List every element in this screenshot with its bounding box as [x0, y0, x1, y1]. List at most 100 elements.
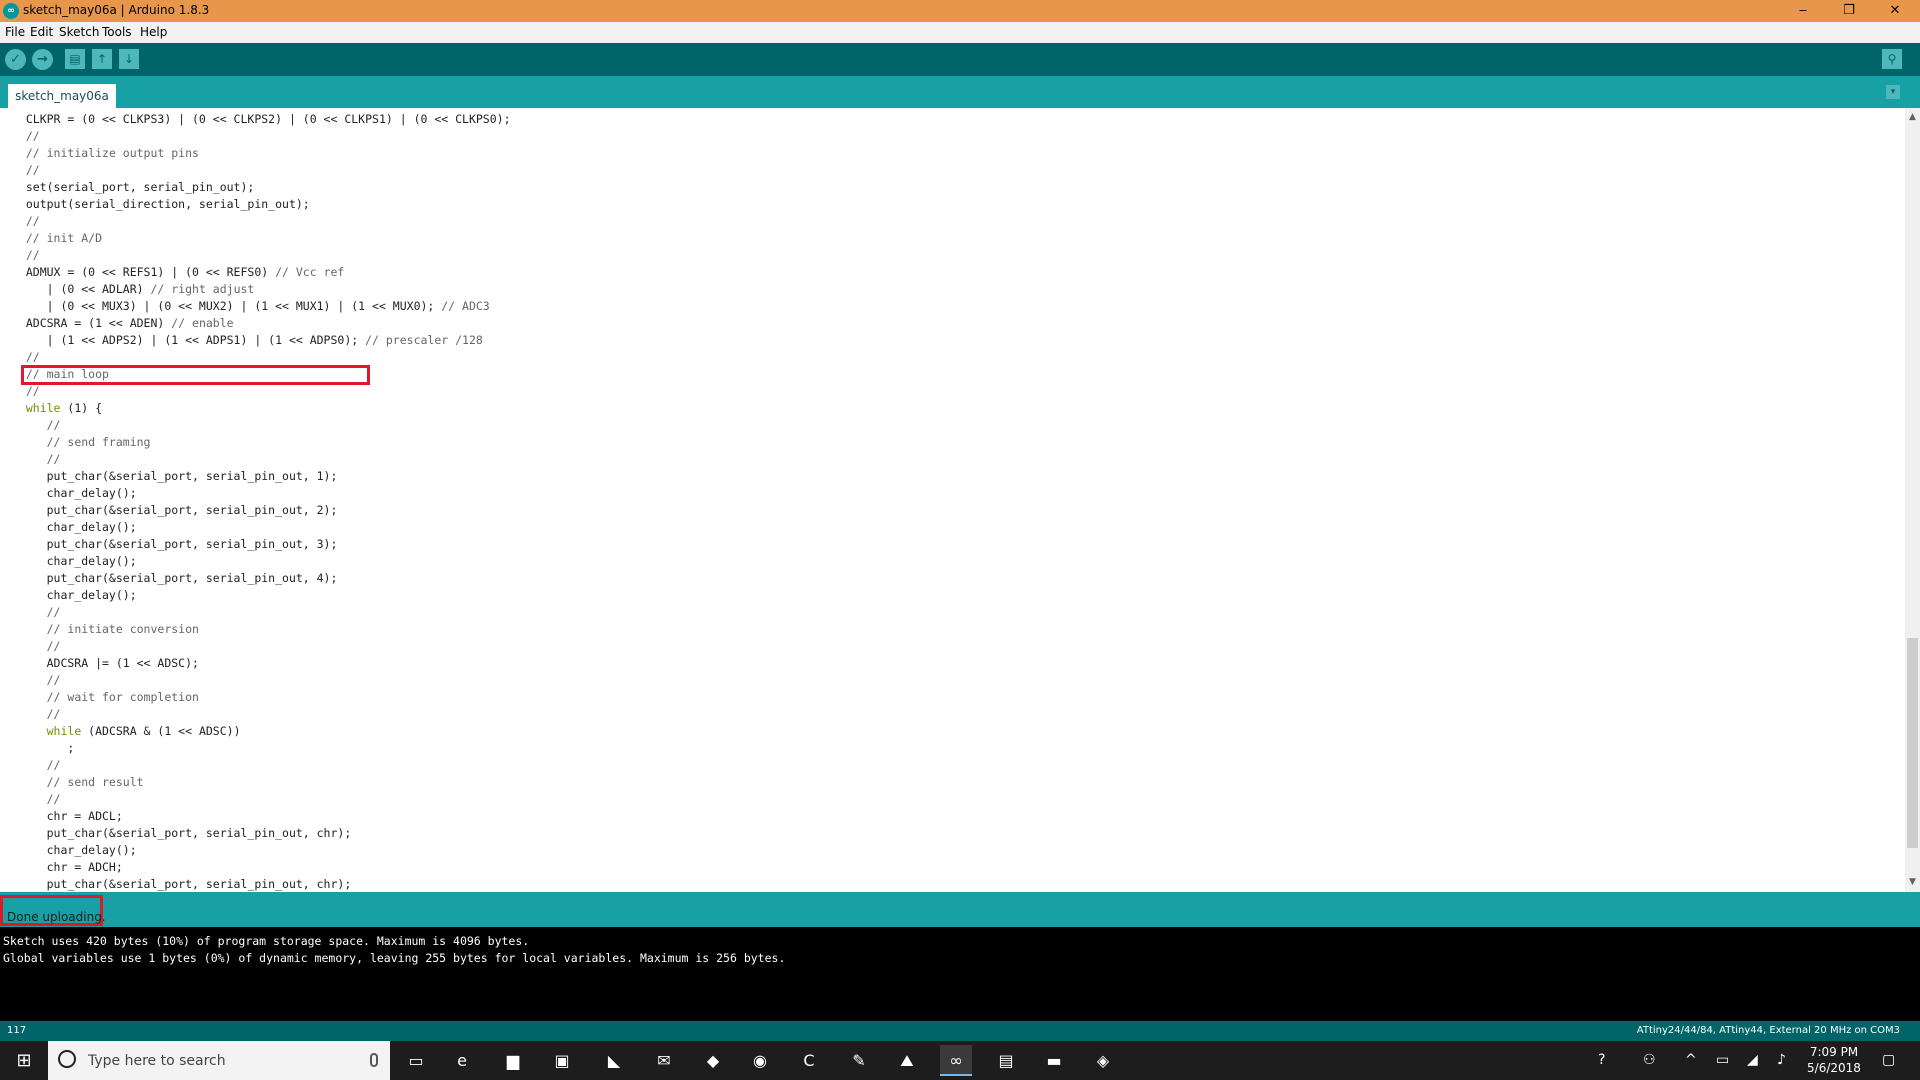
code-line: put_char(&serial_port, serial_pin_out, 2…: [12, 503, 338, 517]
show-hidden-icons-icon[interactable]: ^: [1685, 1041, 1697, 1080]
volume-icon[interactable]: ♪: [1777, 1041, 1786, 1080]
code-line: while (ADCSRA & (1 << ADSC)): [46, 724, 241, 738]
code-line: set(serial_port, serial_pin_out);: [12, 180, 255, 194]
code-line: // init A/D: [25, 231, 103, 245]
code-line: // wait for completion: [46, 690, 199, 704]
open-button[interactable]: ↑: [92, 49, 112, 69]
code-line: char_delay();: [12, 588, 137, 602]
code-line: //: [25, 248, 40, 262]
editor-footer: 117 ATtiny24/44/84, ATtiny44, External 2…: [0, 1021, 1920, 1041]
notifications-icon[interactable]: ▢: [1882, 1041, 1895, 1080]
code-line: char_delay();: [12, 843, 137, 857]
code-line: put_char(&serial_port, serial_pin_out, c…: [12, 826, 352, 840]
code-line: put_char(&serial_port, serial_pin_out, 3…: [12, 537, 338, 551]
console-line: Global variables use 1 bytes (0%) of dyn…: [3, 951, 786, 965]
task-view-icon[interactable]: ▭: [400, 1045, 432, 1076]
tab-bar: sketch_may06a ▾: [0, 76, 1920, 108]
taskbar: ⊞ Type here to search ▭ e ▆ ▣ ◣ ✉ ◆ ◉ C ✎ ⛰ ∞ ▤ ▬ ◈ ? …: [0, 1041, 1920, 1080]
code-line: put_char(&serial_port, serial_pin_out, 1…: [12, 469, 338, 483]
code-line: | (0 << ADLAR) // right adjust: [12, 282, 255, 296]
arduino-icon[interactable]: ∞: [940, 1045, 972, 1076]
code-editor[interactable]: CLKPR = (0 << CLKPS3) | (0 << CLKPS2) | …: [0, 108, 1905, 892]
scroll-thumb[interactable]: [1907, 638, 1918, 848]
minimize-button[interactable]: ‒: [1780, 0, 1826, 22]
edge-icon[interactable]: e: [446, 1045, 478, 1076]
tab-menu-button[interactable]: ▾: [1886, 85, 1900, 99]
photos-icon[interactable]: ⛰: [891, 1045, 923, 1076]
menu-sketch[interactable]: Sketch: [59, 25, 99, 39]
code-line: // main loop: [25, 367, 109, 381]
window-title: sketch_may06a | Arduino 1.8.3: [23, 3, 210, 17]
code-line: | (0 << MUX3) | (0 << MUX2) | (1 << MUX1…: [12, 299, 490, 313]
notepad-icon[interactable]: ▤: [990, 1045, 1022, 1076]
start-button[interactable]: ⊞: [0, 1041, 48, 1080]
inkscape-icon[interactable]: ◆: [697, 1045, 729, 1076]
cortana-app-icon[interactable]: C: [793, 1045, 825, 1076]
code-line: //: [25, 350, 40, 364]
search-placeholder: Type here to search: [88, 1053, 226, 1069]
new-button[interactable]: ▤: [65, 49, 85, 69]
menu-bar: File Edit Sketch Tools Help: [0, 22, 1920, 44]
file-explorer-icon[interactable]: ▆: [497, 1045, 529, 1076]
code-line: char_delay();: [12, 520, 137, 534]
cortana-search-icon: [58, 1050, 76, 1068]
code-line: ADCSRA |= (1 << ADSC);: [12, 656, 199, 670]
line-number: 117: [7, 1025, 27, 1036]
code-line: // initialize output pins: [25, 146, 199, 160]
clock[interactable]: 7:09 PM 5/6/2018: [1795, 1044, 1873, 1076]
menu-edit[interactable]: Edit: [30, 25, 53, 39]
pdf-icon[interactable]: ◣: [598, 1045, 630, 1076]
clock-date: 5/6/2018: [1807, 1061, 1861, 1075]
code-line: ;: [12, 741, 75, 755]
upload-button[interactable]: →: [32, 49, 53, 70]
toolbar: ✓ → ▤ ↑ ↓ ⚲: [0, 43, 1920, 76]
code-line: //: [46, 418, 61, 432]
code-line: //: [46, 673, 61, 687]
status-message: Done uploading.: [7, 910, 106, 924]
code-line: while (1) {: [25, 401, 103, 415]
code-line: //: [46, 605, 61, 619]
draw-app-icon[interactable]: ✎: [843, 1045, 875, 1076]
save-button[interactable]: ↓: [119, 49, 139, 69]
chrome-icon[interactable]: ◉: [744, 1045, 776, 1076]
scroll-down-arrow-icon[interactable]: ▼: [1905, 875, 1920, 890]
tab-sketch[interactable]: sketch_may06a: [8, 84, 116, 108]
serial-monitor-button[interactable]: ⚲: [1882, 49, 1902, 69]
menu-file[interactable]: File: [5, 25, 25, 39]
scroll-up-arrow-icon[interactable]: ▲: [1905, 110, 1920, 125]
title-bar: ∞ sketch_may06a | Arduino 1.8.3 ‒ ❐ ✕: [0, 0, 1920, 22]
code-line: output(serial_direction, serial_pin_out)…: [12, 197, 310, 211]
menu-tools[interactable]: Tools: [102, 25, 132, 39]
code-line: //: [46, 639, 61, 653]
code-line: //: [46, 758, 61, 772]
code-line: ADCSRA = (1 << ADEN) // enable: [12, 316, 234, 330]
network-icon[interactable]: ◢: [1747, 1041, 1758, 1080]
arduino-icon: ∞: [3, 3, 19, 19]
search-box[interactable]: Type here to search: [48, 1041, 390, 1080]
editor-scrollbar[interactable]: ▲ ▼: [1905, 108, 1920, 892]
battery-icon[interactable]: ▭: [1716, 1041, 1729, 1080]
console-output: Sketch uses 420 bytes (10%) of program s…: [0, 927, 1920, 1021]
restore-button[interactable]: ❐: [1826, 0, 1872, 22]
code-line: //: [46, 707, 61, 721]
close-button[interactable]: ✕: [1872, 0, 1918, 22]
store-icon[interactable]: ▣: [546, 1045, 578, 1076]
mail-icon[interactable]: ✉: [648, 1045, 680, 1076]
code-line: //: [25, 214, 40, 228]
code-line: put_char(&serial_port, serial_pin_out, c…: [12, 877, 352, 891]
code-line: char_delay();: [12, 486, 137, 500]
verify-button[interactable]: ✓: [5, 49, 26, 70]
microphone-icon[interactable]: [370, 1053, 378, 1067]
code-line: | (1 << ADPS2) | (1 << ADPS1) | (1 << AD…: [12, 333, 483, 347]
python-icon[interactable]: ◈: [1087, 1045, 1119, 1076]
menu-help[interactable]: Help: [140, 25, 167, 39]
terminal-icon[interactable]: ▬: [1038, 1045, 1070, 1076]
code-line: CLKPR = (0 << CLKPS3) | (0 << CLKPS2) | …: [12, 112, 511, 126]
code-line: put_char(&serial_port, serial_pin_out, 4…: [12, 571, 338, 585]
help-icon[interactable]: ?: [1598, 1041, 1605, 1080]
clock-time: 7:09 PM: [1809, 1045, 1859, 1059]
board-info: ATtiny24/44/84, ATtiny44, External 20 MH…: [1636, 1025, 1900, 1036]
code-line: //: [46, 792, 61, 806]
people-icon[interactable]: ⚇: [1643, 1041, 1656, 1080]
code-line: //: [25, 384, 40, 398]
